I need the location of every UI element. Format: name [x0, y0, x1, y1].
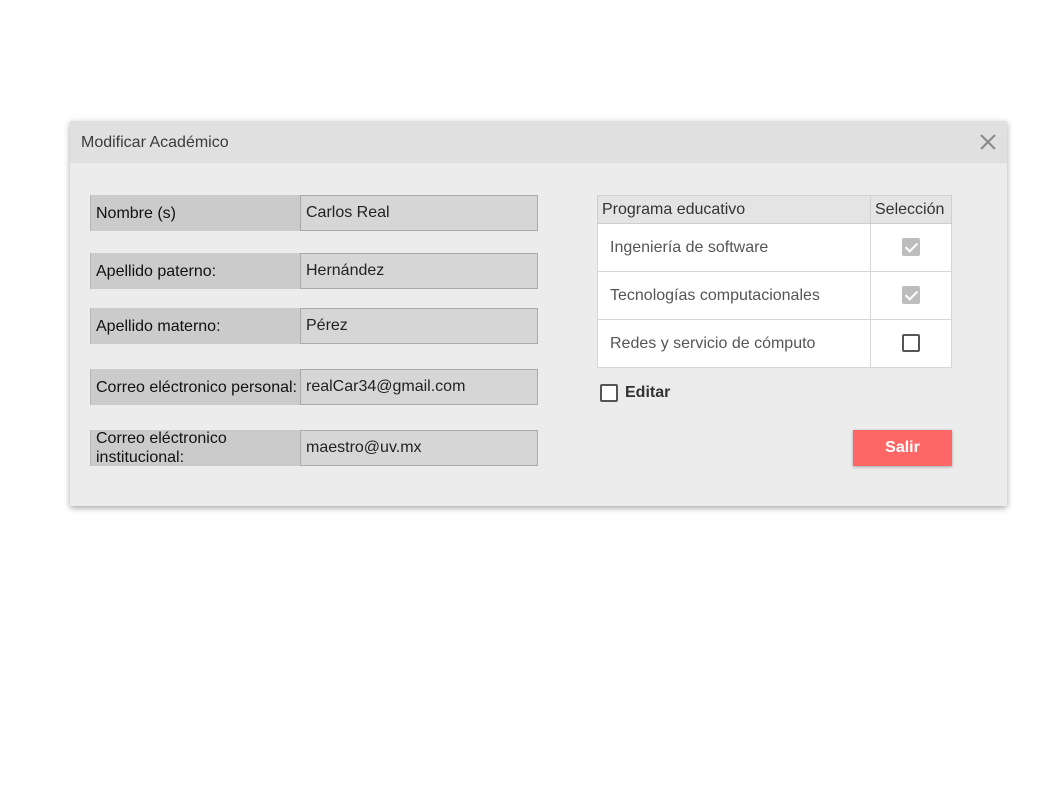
first-name-label: Nombre (s): [90, 195, 300, 231]
program-select-cell: [870, 223, 952, 272]
program-select-cell: [870, 319, 952, 368]
dialog-title: Modificar Académico: [81, 134, 229, 151]
column-header-program: Programa educativo: [597, 195, 871, 224]
program-name: Redes y servicio de cómputo: [597, 319, 871, 368]
program-checkbox-redes[interactable]: [902, 334, 920, 353]
edit-checkbox[interactable]: [600, 384, 618, 402]
edit-toggle[interactable]: Editar: [600, 384, 670, 402]
table-row: Tecnologías computacionales: [597, 271, 952, 320]
program-name: Tecnologías computacionales: [597, 271, 871, 320]
program-name: Ingeniería de software: [597, 223, 871, 272]
close-icon[interactable]: [979, 133, 997, 151]
institutional-email-label: Correo eléctronico institucional:: [90, 430, 300, 466]
table-row: Ingeniería de software: [597, 223, 952, 272]
program-checkbox-tecnologias[interactable]: [902, 286, 920, 305]
dialog-header: Modificar Académico: [70, 121, 1007, 163]
paternal-surname-label: Apellido paterno:: [90, 253, 300, 289]
first-name-input[interactable]: [300, 195, 538, 231]
personal-email-label: Correo eléctronico personal:: [90, 369, 300, 405]
modify-academic-dialog: Modificar Académico Nombre (s) Apellido …: [70, 121, 1007, 506]
program-checkbox-software[interactable]: [902, 238, 920, 257]
personal-email-input[interactable]: [300, 369, 538, 405]
maternal-surname-label: Apellido materno:: [90, 308, 300, 344]
table-header-row: Programa educativo Selección: [597, 195, 952, 224]
programs-table: Programa educativo Selección Ingeniería …: [597, 195, 952, 368]
institutional-email-input[interactable]: [300, 430, 538, 466]
column-header-selection: Selección: [870, 195, 952, 224]
exit-button[interactable]: Salir: [853, 430, 952, 466]
paternal-surname-input[interactable]: [300, 253, 538, 289]
maternal-surname-input[interactable]: [300, 308, 538, 344]
table-row: Redes y servicio de cómputo: [597, 319, 952, 368]
edit-label: Editar: [625, 384, 671, 401]
program-select-cell: [870, 271, 952, 320]
